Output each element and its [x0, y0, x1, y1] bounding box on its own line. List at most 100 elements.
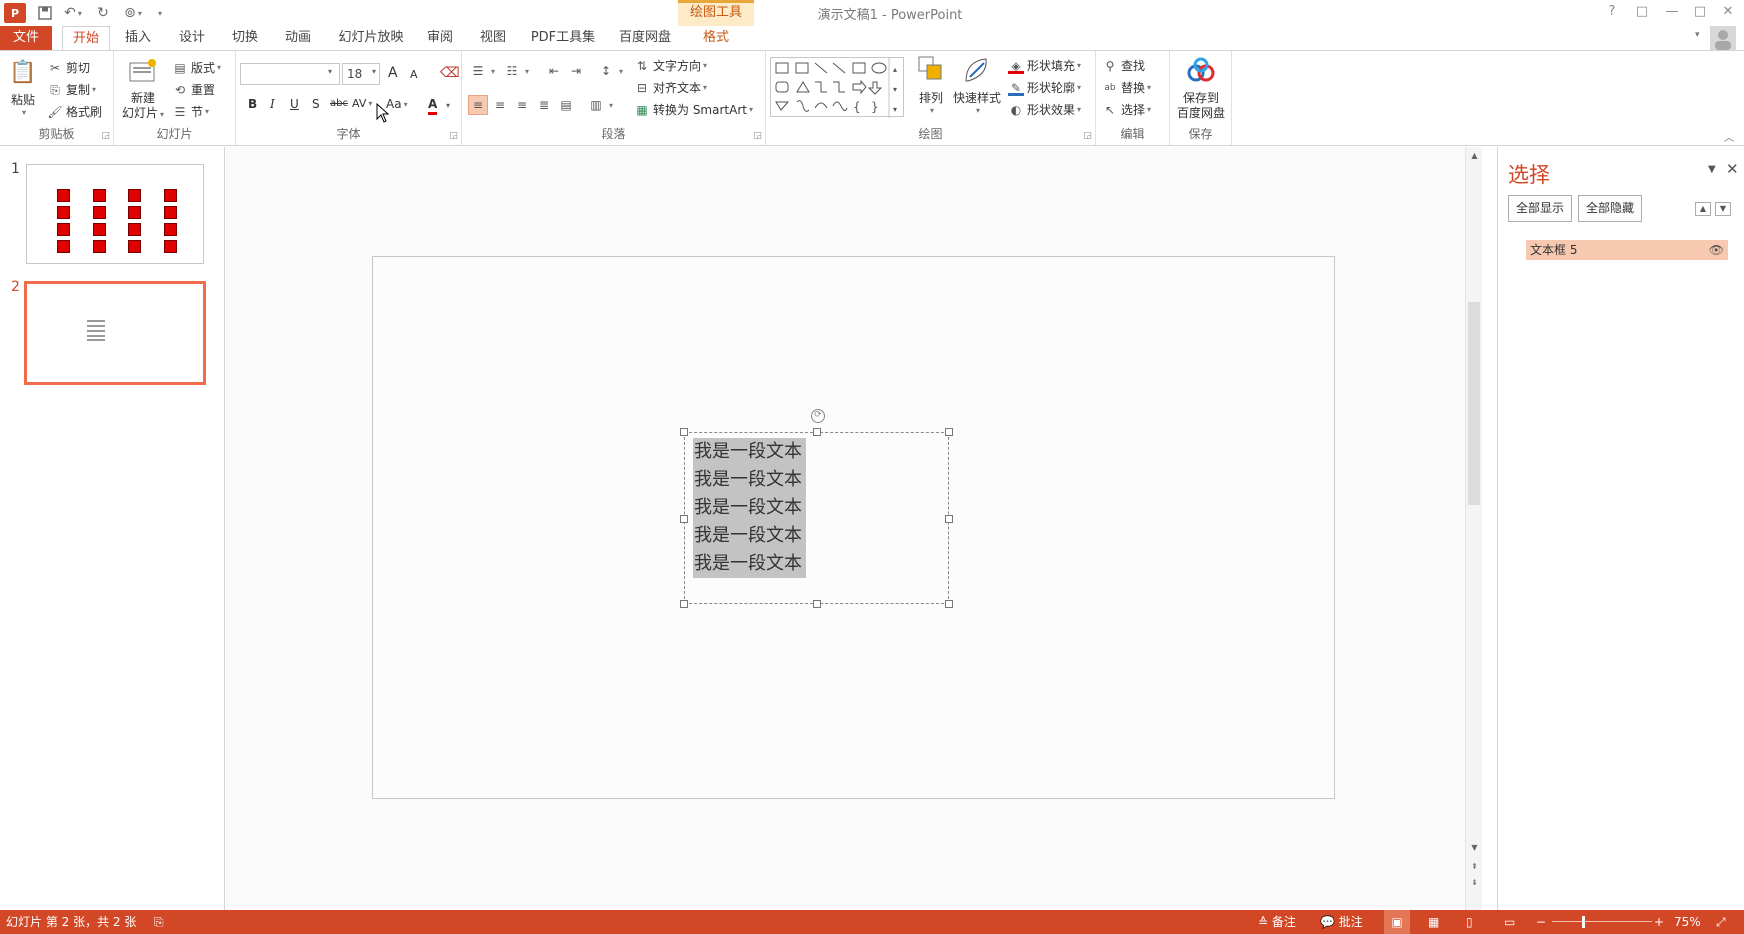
rotate-handle-icon[interactable]: ⟳ [811, 409, 825, 423]
decrease-indent-icon[interactable]: ⇤ [546, 63, 565, 79]
customize-qat-icon[interactable]: ▾ [152, 3, 166, 23]
find-button[interactable]: ⚲ 查找 [1102, 57, 1145, 74]
tab-home[interactable]: 开始 [62, 26, 110, 51]
shrink-font-button[interactable]: A [410, 68, 418, 81]
clear-formatting-icon[interactable]: ⌫ [440, 65, 460, 81]
align-right-icon[interactable]: ≡ [514, 97, 533, 113]
align-center-icon[interactable]: ≡ [492, 97, 511, 113]
character-spacing-button[interactable]: AV ▾ [352, 97, 372, 110]
cut-button[interactable]: ✂ 剪切 [47, 59, 90, 76]
selected-textbox[interactable]: ⟳ 我是一段文本 我是一段文本 我是一段文本 我是一段文本 我是一段文本 [680, 409, 953, 608]
user-avatar[interactable] [1710, 26, 1736, 50]
line-spacing-button[interactable]: ↕ ▾ [598, 63, 623, 79]
columns-button[interactable]: ▥ ▾ [588, 97, 613, 113]
tab-view[interactable]: 视图 [473, 26, 513, 50]
zoom-level[interactable]: 75% [1674, 910, 1701, 934]
resize-handle[interactable] [945, 515, 953, 523]
zoom-slider[interactable] [1552, 921, 1652, 922]
font-color-dropdown-icon[interactable]: ▾ [446, 101, 450, 110]
scroll-up-icon[interactable]: ▲ [1468, 149, 1481, 162]
convert-smartart-button[interactable]: ▦ 转换为 SmartArt ▾ [634, 101, 753, 118]
distributed-icon[interactable]: ▤ [558, 97, 577, 113]
copy-button[interactable]: ⎘ 复制 ▾ [47, 81, 96, 98]
zoom-slider-thumb[interactable] [1582, 916, 1585, 928]
tab-animations[interactable]: 动画 [278, 26, 318, 50]
slide-thumbnail-2[interactable] [24, 281, 206, 385]
resize-handle[interactable] [813, 428, 821, 436]
undo-icon[interactable]: ↶ ▾ [58, 3, 88, 23]
resize-handle[interactable] [945, 428, 953, 436]
italic-button[interactable]: I [270, 97, 275, 111]
strikethrough-button[interactable]: abc [330, 98, 348, 109]
font-name-combobox[interactable] [240, 63, 340, 85]
select-button[interactable]: ↖ 选择 ▾ [1102, 101, 1151, 118]
resize-handle[interactable] [813, 600, 821, 608]
text-line[interactable]: 我是一段文本 [693, 438, 806, 466]
scroll-down-icon[interactable]: ▼ [1468, 841, 1481, 854]
slide-sorter-view-icon[interactable]: ▦ [1428, 910, 1439, 934]
tab-baidu-netdisk[interactable]: 百度网盘 [615, 26, 675, 50]
notes-button[interactable]: ≙ 备注 [1258, 910, 1296, 934]
reset-button[interactable]: ⟲ 重置 [172, 81, 215, 98]
slide-canvas[interactable]: ⟳ 我是一段文本 我是一段文本 我是一段文本 我是一段文本 我是一段文本 [372, 256, 1335, 799]
grow-font-button[interactable]: A [388, 65, 398, 81]
bold-button[interactable]: B [248, 97, 257, 111]
text-shadow-button[interactable]: S [312, 97, 320, 111]
tab-slideshow[interactable]: 幻灯片放映 [336, 26, 406, 50]
shapes-gallery[interactable]: {} ▴ ▾ ▾ [770, 57, 904, 118]
numbering-button[interactable]: ☷ ▾ [504, 63, 529, 79]
minimize-button[interactable]: — [1660, 2, 1684, 22]
previous-slide-icon[interactable]: ⇞ [1468, 860, 1481, 873]
justify-icon[interactable]: ≣ [536, 97, 555, 113]
close-pane-icon[interactable]: ✕ [1726, 160, 1739, 178]
normal-view-icon[interactable]: ▣ [1384, 910, 1410, 934]
shape-outline-button[interactable]: ✎ 形状轮廓 ▾ [1008, 79, 1081, 96]
spell-check-icon[interactable]: ⎘ [154, 910, 164, 934]
tab-file[interactable]: 文件 [0, 26, 52, 50]
next-slide-icon[interactable]: ⇟ [1468, 876, 1481, 889]
arrange-button[interactable]: 排列 ▾ [912, 55, 950, 115]
zoom-out-icon[interactable]: − [1536, 910, 1546, 934]
bring-forward-icon[interactable]: ▲ [1695, 202, 1711, 216]
save-icon[interactable] [34, 3, 56, 23]
resize-handle[interactable] [680, 600, 688, 608]
show-all-button[interactable]: 全部显示 [1508, 195, 1573, 222]
fit-to-window-icon[interactable]: ⤢ [1716, 910, 1726, 934]
slideshow-view-icon[interactable]: ▭ [1504, 910, 1515, 934]
paragraph-launcher-icon[interactable]: ◲ [753, 131, 762, 141]
close-button[interactable]: ✕ [1716, 2, 1740, 22]
text-line[interactable]: 我是一段文本 [693, 522, 806, 550]
vertical-scrollbar[interactable]: ▲ ▼ ⇞ ⇟ [1465, 147, 1482, 910]
font-launcher-icon[interactable]: ◲ [449, 131, 458, 141]
resize-handle[interactable] [680, 428, 688, 436]
font-size-dropdown-icon[interactable]: ▾ [372, 67, 376, 76]
scrollbar-thumb[interactable] [1468, 302, 1480, 505]
align-left-button[interactable]: ≡ [468, 95, 488, 115]
shape-effects-button[interactable]: ◐ 形状效果 ▾ [1008, 101, 1081, 118]
tab-design[interactable]: 设计 [172, 26, 212, 50]
comments-button[interactable]: 💬 批注 [1320, 910, 1363, 934]
send-backward-icon[interactable]: ▼ [1715, 202, 1731, 216]
reading-view-icon[interactable]: ▯ [1466, 910, 1473, 934]
format-painter-button[interactable]: 🖌 格式刷 [47, 103, 102, 120]
text-line[interactable]: 我是一段文本 [693, 466, 806, 494]
tab-pdf-tools[interactable]: PDF工具集 [530, 26, 596, 50]
section-button[interactable]: ☰ 节 ▾ [172, 103, 209, 120]
account-dropdown-icon[interactable]: ▾ [1695, 30, 1700, 40]
tab-review[interactable]: 审阅 [420, 26, 460, 50]
new-slide-button[interactable]: 新建 幻灯片 ▾ [120, 57, 166, 122]
quick-styles-button[interactable]: 快速样式 ▾ [952, 55, 1002, 115]
text-line[interactable]: 我是一段文本 [693, 494, 806, 522]
tab-insert[interactable]: 插入 [118, 26, 158, 50]
tab-format[interactable]: 格式 [694, 26, 738, 50]
font-color-button[interactable]: A [428, 96, 438, 115]
visibility-eye-icon[interactable]: 👁 [1709, 240, 1724, 260]
drawing-launcher-icon[interactable]: ◲ [1083, 131, 1092, 141]
save-to-baidu-button[interactable]: 保存到 百度网盘 [1174, 57, 1228, 121]
resize-handle[interactable] [945, 600, 953, 608]
clipboard-launcher-icon[interactable]: ◲ [101, 131, 110, 141]
maximize-button[interactable]: □ [1688, 2, 1712, 22]
collapse-ribbon-icon[interactable]: ︿ [1724, 129, 1734, 144]
help-icon[interactable]: ? [1600, 2, 1624, 22]
layout-button[interactable]: ▤ 版式 ▾ [172, 59, 221, 76]
